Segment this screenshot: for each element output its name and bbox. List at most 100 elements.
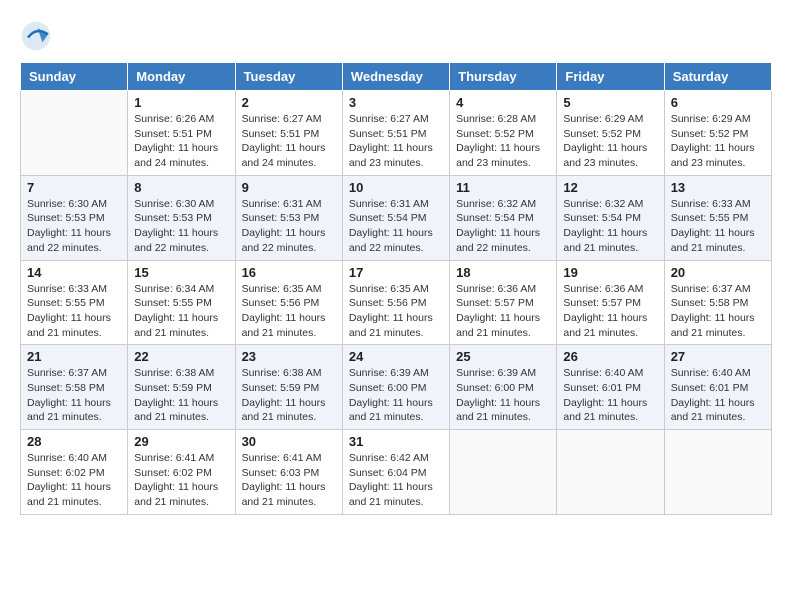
day-number: 16 — [242, 265, 336, 280]
calendar-cell: 2 Sunrise: 6:27 AM Sunset: 5:51 PM Daylig… — [235, 91, 342, 176]
day-info: Sunrise: 6:41 AM Sunset: 6:03 PM Dayligh… — [242, 451, 336, 510]
day-number: 25 — [456, 349, 550, 364]
logo — [20, 20, 56, 52]
calendar-cell: 21 Sunrise: 6:37 AM Sunset: 5:58 PM Dayli… — [21, 345, 128, 430]
day-info: Sunrise: 6:35 AM Sunset: 5:56 PM Dayligh… — [349, 282, 443, 341]
weekday-header: Monday — [128, 63, 235, 91]
day-info: Sunrise: 6:38 AM Sunset: 5:59 PM Dayligh… — [242, 366, 336, 425]
calendar-cell: 30 Sunrise: 6:41 AM Sunset: 6:03 PM Dayli… — [235, 430, 342, 515]
day-number: 7 — [27, 180, 121, 195]
calendar-cell: 3 Sunrise: 6:27 AM Sunset: 5:51 PM Daylig… — [342, 91, 449, 176]
day-info: Sunrise: 6:27 AM Sunset: 5:51 PM Dayligh… — [349, 112, 443, 171]
day-number: 15 — [134, 265, 228, 280]
day-info: Sunrise: 6:27 AM Sunset: 5:51 PM Dayligh… — [242, 112, 336, 171]
day-info: Sunrise: 6:40 AM Sunset: 6:02 PM Dayligh… — [27, 451, 121, 510]
calendar-cell: 8Sunrise: 6:30 AM Sunset: 5:53 PM Daylig… — [128, 175, 235, 260]
day-number: 1 — [134, 95, 228, 110]
calendar-cell: 5Sunrise: 6:29 AM Sunset: 5:52 PM Daylig… — [557, 91, 664, 176]
calendar-cell: 17Sunrise: 6:35 AM Sunset: 5:56 PM Dayli… — [342, 260, 449, 345]
calendar-cell: 24 Sunrise: 6:39 AM Sunset: 6:00 PM Dayli… — [342, 345, 449, 430]
day-number: 11 — [456, 180, 550, 195]
weekday-header: Wednesday — [342, 63, 449, 91]
day-number: 26 — [563, 349, 657, 364]
day-info: Sunrise: 6:26 AM Sunset: 5:51 PM Dayligh… — [134, 112, 228, 171]
calendar-cell — [557, 430, 664, 515]
calendar-cell: 18 Sunrise: 6:36 AM Sunset: 5:57 PM Dayli… — [450, 260, 557, 345]
weekday-header: Saturday — [664, 63, 771, 91]
day-number: 4 — [456, 95, 550, 110]
day-number: 12 — [563, 180, 657, 195]
day-info: Sunrise: 6:38 AM Sunset: 5:59 PM Dayligh… — [134, 366, 228, 425]
day-info: Sunrise: 6:35 AM Sunset: 5:56 PM Dayligh… — [242, 282, 336, 341]
calendar-cell — [21, 91, 128, 176]
calendar-table: SundayMondayTuesdayWednesdayThursdayFrid… — [20, 62, 772, 515]
calendar-cell: 19 Sunrise: 6:36 AM Sunset: 5:57 PM Dayli… — [557, 260, 664, 345]
day-number: 10 — [349, 180, 443, 195]
day-number: 24 — [349, 349, 443, 364]
calendar-cell: 10 Sunrise: 6:31 AM Sunset: 5:54 PM Dayli… — [342, 175, 449, 260]
logo-icon — [20, 20, 52, 52]
day-info: Sunrise: 6:36 AM Sunset: 5:57 PM Dayligh… — [563, 282, 657, 341]
calendar-cell — [450, 430, 557, 515]
day-info: Sunrise: 6:37 AM Sunset: 5:58 PM Dayligh… — [27, 366, 121, 425]
calendar-cell: 15 Sunrise: 6:34 AM Sunset: 5:55 PM Dayli… — [128, 260, 235, 345]
calendar-cell: 27 Sunrise: 6:40 AM Sunset: 6:01 PM Dayli… — [664, 345, 771, 430]
weekday-header: Friday — [557, 63, 664, 91]
day-number: 6 — [671, 95, 765, 110]
calendar-cell: 31 Sunrise: 6:42 AM Sunset: 6:04 PM Dayli… — [342, 430, 449, 515]
day-number: 8 — [134, 180, 228, 195]
weekday-header: Tuesday — [235, 63, 342, 91]
day-number: 31 — [349, 434, 443, 449]
calendar-cell: 1 Sunrise: 6:26 AM Sunset: 5:51 PM Daylig… — [128, 91, 235, 176]
calendar-cell: 25 Sunrise: 6:39 AM Sunset: 6:00 PM Dayli… — [450, 345, 557, 430]
day-info: Sunrise: 6:40 AM Sunset: 6:01 PM Dayligh… — [671, 366, 765, 425]
day-number: 3 — [349, 95, 443, 110]
calendar-cell: 12 Sunrise: 6:32 AM Sunset: 5:54 PM Dayli… — [557, 175, 664, 260]
calendar-cell: 22 Sunrise: 6:38 AM Sunset: 5:59 PM Dayli… — [128, 345, 235, 430]
day-info: Sunrise: 6:40 AM Sunset: 6:01 PM Dayligh… — [563, 366, 657, 425]
day-number: 23 — [242, 349, 336, 364]
calendar-cell: 26 Sunrise: 6:40 AM Sunset: 6:01 PM Dayli… — [557, 345, 664, 430]
day-info: Sunrise: 6:42 AM Sunset: 6:04 PM Dayligh… — [349, 451, 443, 510]
day-info: Sunrise: 6:32 AM Sunset: 5:54 PM Dayligh… — [456, 197, 550, 256]
day-info: Sunrise: 6:31 AM Sunset: 5:54 PM Dayligh… — [349, 197, 443, 256]
day-info: Sunrise: 6:28 AM Sunset: 5:52 PM Dayligh… — [456, 112, 550, 171]
day-number: 21 — [27, 349, 121, 364]
day-number: 27 — [671, 349, 765, 364]
day-number: 30 — [242, 434, 336, 449]
weekday-header: Thursday — [450, 63, 557, 91]
calendar-cell: 28 Sunrise: 6:40 AM Sunset: 6:02 PM Dayli… — [21, 430, 128, 515]
day-number: 22 — [134, 349, 228, 364]
day-info: Sunrise: 6:36 AM Sunset: 5:57 PM Dayligh… — [456, 282, 550, 341]
day-number: 9 — [242, 180, 336, 195]
calendar-cell: 9 Sunrise: 6:31 AM Sunset: 5:53 PM Daylig… — [235, 175, 342, 260]
calendar-cell: 20Sunrise: 6:37 AM Sunset: 5:58 PM Dayli… — [664, 260, 771, 345]
day-number: 14 — [27, 265, 121, 280]
calendar-cell: 6 Sunrise: 6:29 AM Sunset: 5:52 PM Daylig… — [664, 91, 771, 176]
calendar-cell — [664, 430, 771, 515]
day-info: Sunrise: 6:32 AM Sunset: 5:54 PM Dayligh… — [563, 197, 657, 256]
day-number: 2 — [242, 95, 336, 110]
calendar-cell: 4 Sunrise: 6:28 AM Sunset: 5:52 PM Daylig… — [450, 91, 557, 176]
calendar-header: SundayMondayTuesdayWednesdayThursdayFrid… — [21, 63, 772, 91]
weekday-header: Sunday — [21, 63, 128, 91]
day-info: Sunrise: 6:41 AM Sunset: 6:02 PM Dayligh… — [134, 451, 228, 510]
calendar-cell: 23 Sunrise: 6:38 AM Sunset: 5:59 PM Dayli… — [235, 345, 342, 430]
page-header — [20, 20, 772, 52]
calendar-cell: 16 Sunrise: 6:35 AM Sunset: 5:56 PM Dayli… — [235, 260, 342, 345]
day-number: 28 — [27, 434, 121, 449]
day-info: Sunrise: 6:39 AM Sunset: 6:00 PM Dayligh… — [349, 366, 443, 425]
calendar-cell: 11 Sunrise: 6:32 AM Sunset: 5:54 PM Dayli… — [450, 175, 557, 260]
day-number: 18 — [456, 265, 550, 280]
day-number: 19 — [563, 265, 657, 280]
day-info: Sunrise: 6:29 AM Sunset: 5:52 PM Dayligh… — [671, 112, 765, 171]
day-info: Sunrise: 6:39 AM Sunset: 6:00 PM Dayligh… — [456, 366, 550, 425]
day-info: Sunrise: 6:29 AM Sunset: 5:52 PM Dayligh… — [563, 112, 657, 171]
calendar-cell: 7 Sunrise: 6:30 AM Sunset: 5:53 PM Daylig… — [21, 175, 128, 260]
calendar-cell: 14Sunrise: 6:33 AM Sunset: 5:55 PM Dayli… — [21, 260, 128, 345]
day-number: 20 — [671, 265, 765, 280]
day-info: Sunrise: 6:33 AM Sunset: 5:55 PM Dayligh… — [671, 197, 765, 256]
day-info: Sunrise: 6:30 AM Sunset: 5:53 PM Dayligh… — [27, 197, 121, 256]
day-info: Sunrise: 6:34 AM Sunset: 5:55 PM Dayligh… — [134, 282, 228, 341]
day-info: Sunrise: 6:31 AM Sunset: 5:53 PM Dayligh… — [242, 197, 336, 256]
